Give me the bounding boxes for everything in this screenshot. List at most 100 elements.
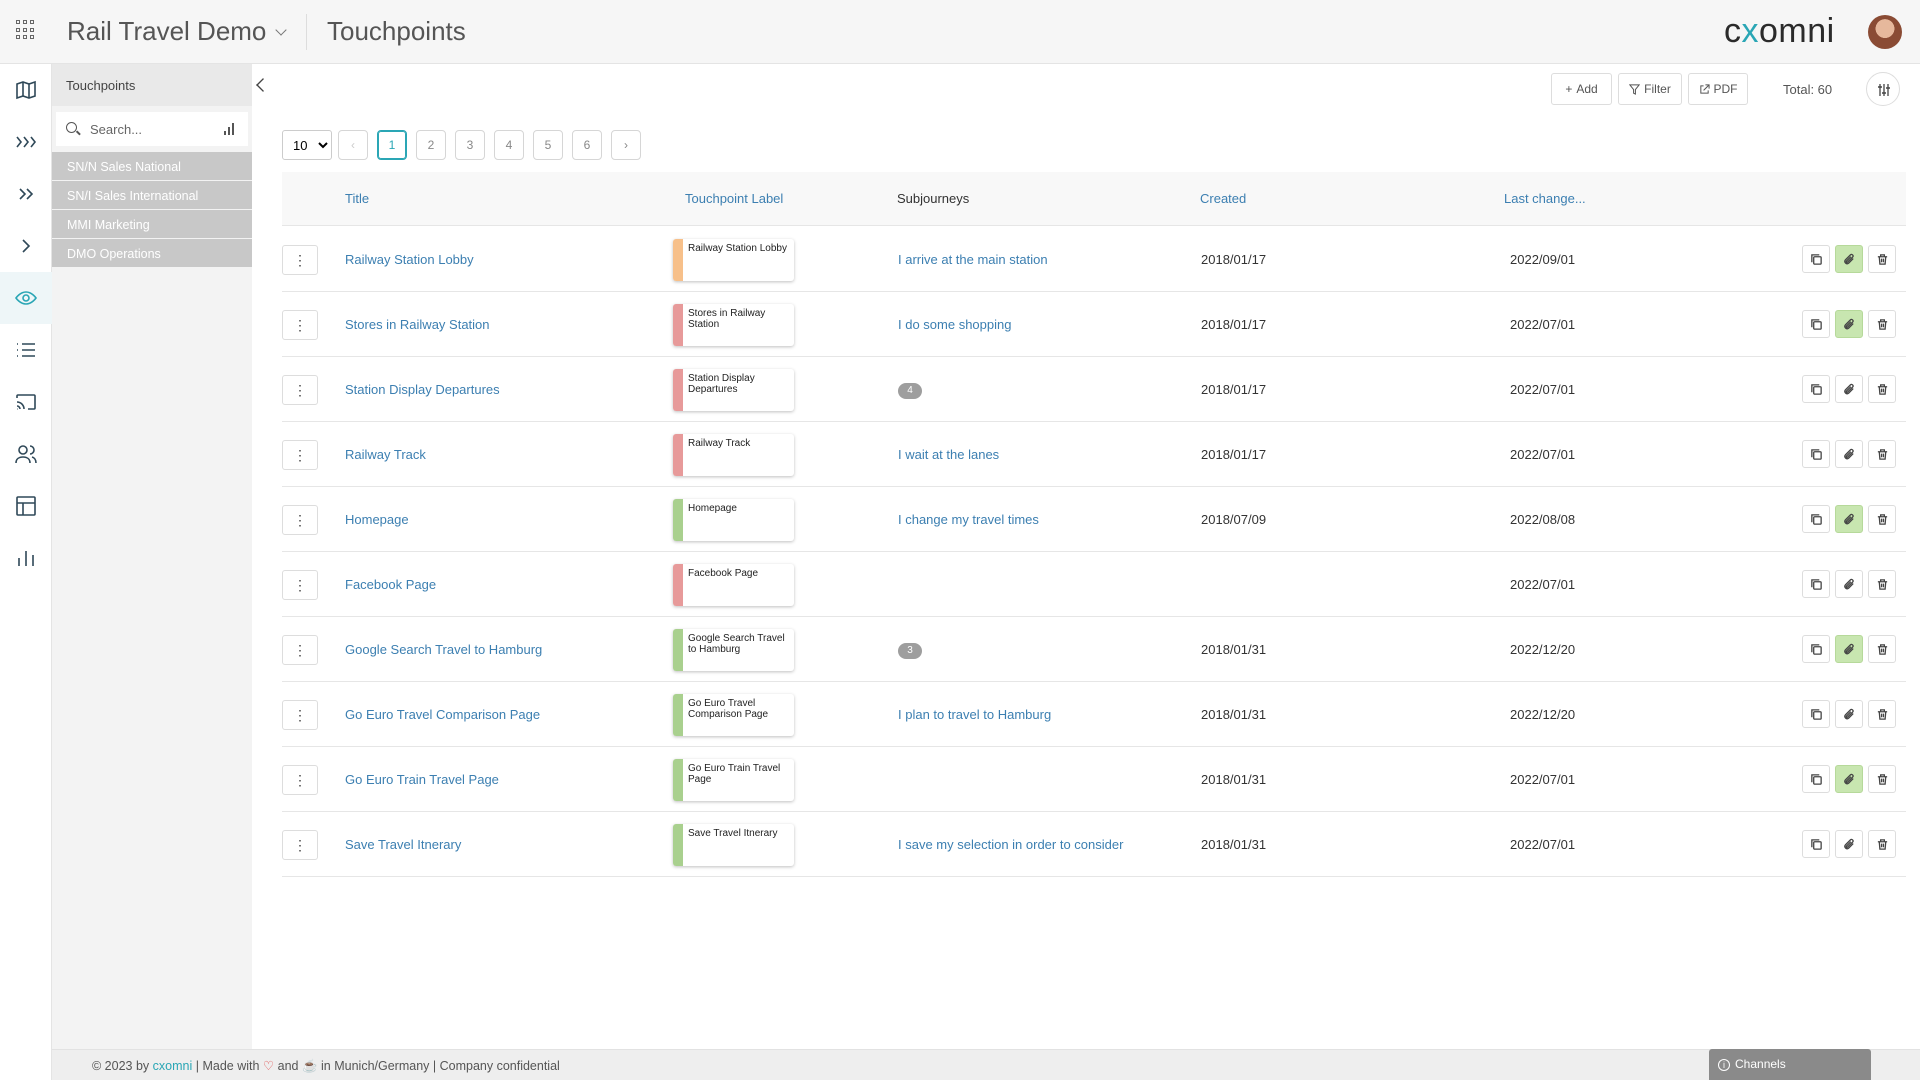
row-menu-button[interactable]: ⋮ — [282, 440, 318, 470]
delete-button[interactable] — [1868, 505, 1896, 533]
prev-page-button[interactable]: ‹ — [338, 130, 368, 160]
col-header-created[interactable]: Created — [1200, 191, 1246, 206]
row-title-link[interactable]: Save Travel Itnerary — [345, 837, 461, 852]
duplicate-button[interactable] — [1802, 245, 1830, 273]
row-title-link[interactable]: Go Euro Train Travel Page — [345, 772, 499, 787]
filter-button[interactable]: Filter — [1618, 73, 1682, 105]
tree-item-operations[interactable]: DMO Operations — [52, 239, 252, 267]
tree-item-marketing[interactable]: MMI Marketing — [52, 210, 252, 238]
row-menu-button[interactable]: ⋮ — [282, 505, 318, 535]
touchpoint-label-card[interactable]: Save Travel Itnerary — [673, 824, 794, 866]
delete-button[interactable] — [1868, 245, 1896, 273]
col-header-touchpoint-label[interactable]: Touchpoint Label — [685, 191, 783, 206]
add-button[interactable]: + Add — [1551, 73, 1612, 105]
delete-button[interactable] — [1868, 440, 1896, 468]
chevron-down-icon[interactable] — [275, 24, 287, 36]
collapse-panel-icon[interactable] — [256, 78, 270, 92]
row-title-link[interactable]: Google Search Travel to Hamburg — [345, 642, 542, 657]
row-menu-button[interactable]: ⋮ — [282, 700, 318, 730]
page-size-select[interactable]: 10 — [282, 130, 332, 160]
touchpoint-label-card[interactable]: Homepage — [673, 499, 794, 541]
chevron-right-icon[interactable] — [0, 220, 52, 272]
avatar[interactable] — [1868, 15, 1902, 49]
duplicate-button[interactable] — [1802, 765, 1830, 793]
list-icon[interactable] — [0, 324, 52, 376]
duplicate-button[interactable] — [1802, 440, 1830, 468]
touchpoint-label-card[interactable]: Go Euro Train Travel Page — [673, 759, 794, 801]
attachment-button[interactable] — [1835, 765, 1863, 793]
row-menu-button[interactable]: ⋮ — [282, 375, 318, 405]
col-header-last-changed[interactable]: Last change... — [1504, 191, 1586, 206]
page-button-6[interactable]: 6 — [572, 130, 602, 160]
subjourney-link[interactable]: I change my travel times — [898, 512, 1039, 527]
table-icon[interactable] — [0, 480, 52, 532]
attachment-button[interactable] — [1835, 375, 1863, 403]
touchpoint-label-card[interactable]: Railway Station Lobby — [673, 239, 794, 281]
duplicate-button[interactable] — [1802, 635, 1830, 663]
row-menu-button[interactable]: ⋮ — [282, 830, 318, 860]
channels-tab[interactable]: i Channels — [1709, 1049, 1871, 1080]
cast-icon[interactable] — [0, 376, 52, 428]
page-button-1[interactable]: 1 — [377, 130, 407, 160]
users-icon[interactable] — [0, 428, 52, 480]
triple-chevron-icon[interactable] — [0, 116, 52, 168]
col-header-title[interactable]: Title — [345, 191, 369, 206]
attachment-button[interactable] — [1835, 570, 1863, 598]
eye-icon[interactable] — [0, 272, 52, 324]
page-button-3[interactable]: 3 — [455, 130, 485, 160]
attachment-button[interactable] — [1835, 505, 1863, 533]
touchpoint-label-card[interactable]: Railway Track — [673, 434, 794, 476]
subjourney-link[interactable]: I wait at the lanes — [898, 447, 999, 462]
bar-chart-icon[interactable] — [0, 532, 52, 584]
page-button-5[interactable]: 5 — [533, 130, 563, 160]
delete-button[interactable] — [1868, 310, 1896, 338]
app-title[interactable]: Rail Travel Demo — [67, 16, 266, 47]
duplicate-button[interactable] — [1802, 700, 1830, 728]
subjourney-link[interactable]: I arrive at the main station — [898, 252, 1048, 267]
row-menu-button[interactable]: ⋮ — [282, 570, 318, 600]
attachment-button[interactable] — [1835, 635, 1863, 663]
row-title-link[interactable]: Station Display Departures — [345, 382, 500, 397]
page-button-2[interactable]: 2 — [416, 130, 446, 160]
touchpoint-label-card[interactable]: Google Search Travel to Hamburg — [673, 629, 794, 671]
apps-grid-icon[interactable] — [16, 20, 36, 40]
delete-button[interactable] — [1868, 765, 1896, 793]
tree-search-input[interactable] — [90, 118, 210, 140]
duplicate-button[interactable] — [1802, 375, 1830, 403]
subjourney-link[interactable]: I plan to travel to Hamburg — [898, 707, 1051, 722]
attachment-button[interactable] — [1835, 830, 1863, 858]
next-page-button[interactable]: › — [611, 130, 641, 160]
subjourney-link[interactable]: I do some shopping — [898, 317, 1011, 332]
sort-bars-icon[interactable] — [224, 123, 234, 135]
row-title-link[interactable]: Facebook Page — [345, 577, 436, 592]
attachment-button[interactable] — [1835, 245, 1863, 273]
duplicate-button[interactable] — [1802, 570, 1830, 598]
row-title-link[interactable]: Homepage — [345, 512, 409, 527]
row-title-link[interactable]: Go Euro Travel Comparison Page — [345, 707, 540, 722]
duplicate-button[interactable] — [1802, 830, 1830, 858]
column-settings-button[interactable] — [1866, 72, 1900, 106]
row-title-link[interactable]: Stores in Railway Station — [345, 317, 490, 332]
duplicate-button[interactable] — [1802, 505, 1830, 533]
tree-item-sales-national[interactable]: SN/N Sales National — [52, 152, 252, 180]
row-menu-button[interactable]: ⋮ — [282, 245, 318, 275]
delete-button[interactable] — [1868, 635, 1896, 663]
double-chevron-icon[interactable] — [0, 168, 52, 220]
touchpoint-label-card[interactable]: Station Display Departures — [673, 369, 794, 411]
map-icon[interactable] — [0, 64, 52, 116]
delete-button[interactable] — [1868, 700, 1896, 728]
subjourney-link[interactable]: I save my selection in order to consider — [898, 837, 1123, 852]
delete-button[interactable] — [1868, 570, 1896, 598]
touchpoint-label-card[interactable]: Stores in Railway Station — [673, 304, 794, 346]
tree-item-sales-international[interactable]: SN/I Sales International — [52, 181, 252, 209]
delete-button[interactable] — [1868, 830, 1896, 858]
attachment-button[interactable] — [1835, 440, 1863, 468]
delete-button[interactable] — [1868, 375, 1896, 403]
touchpoint-label-card[interactable]: Go Euro Travel Comparison Page — [673, 694, 794, 736]
page-button-4[interactable]: 4 — [494, 130, 524, 160]
row-title-link[interactable]: Railway Station Lobby — [345, 252, 474, 267]
row-menu-button[interactable]: ⋮ — [282, 765, 318, 795]
row-menu-button[interactable]: ⋮ — [282, 635, 318, 665]
attachment-button[interactable] — [1835, 700, 1863, 728]
attachment-button[interactable] — [1835, 310, 1863, 338]
